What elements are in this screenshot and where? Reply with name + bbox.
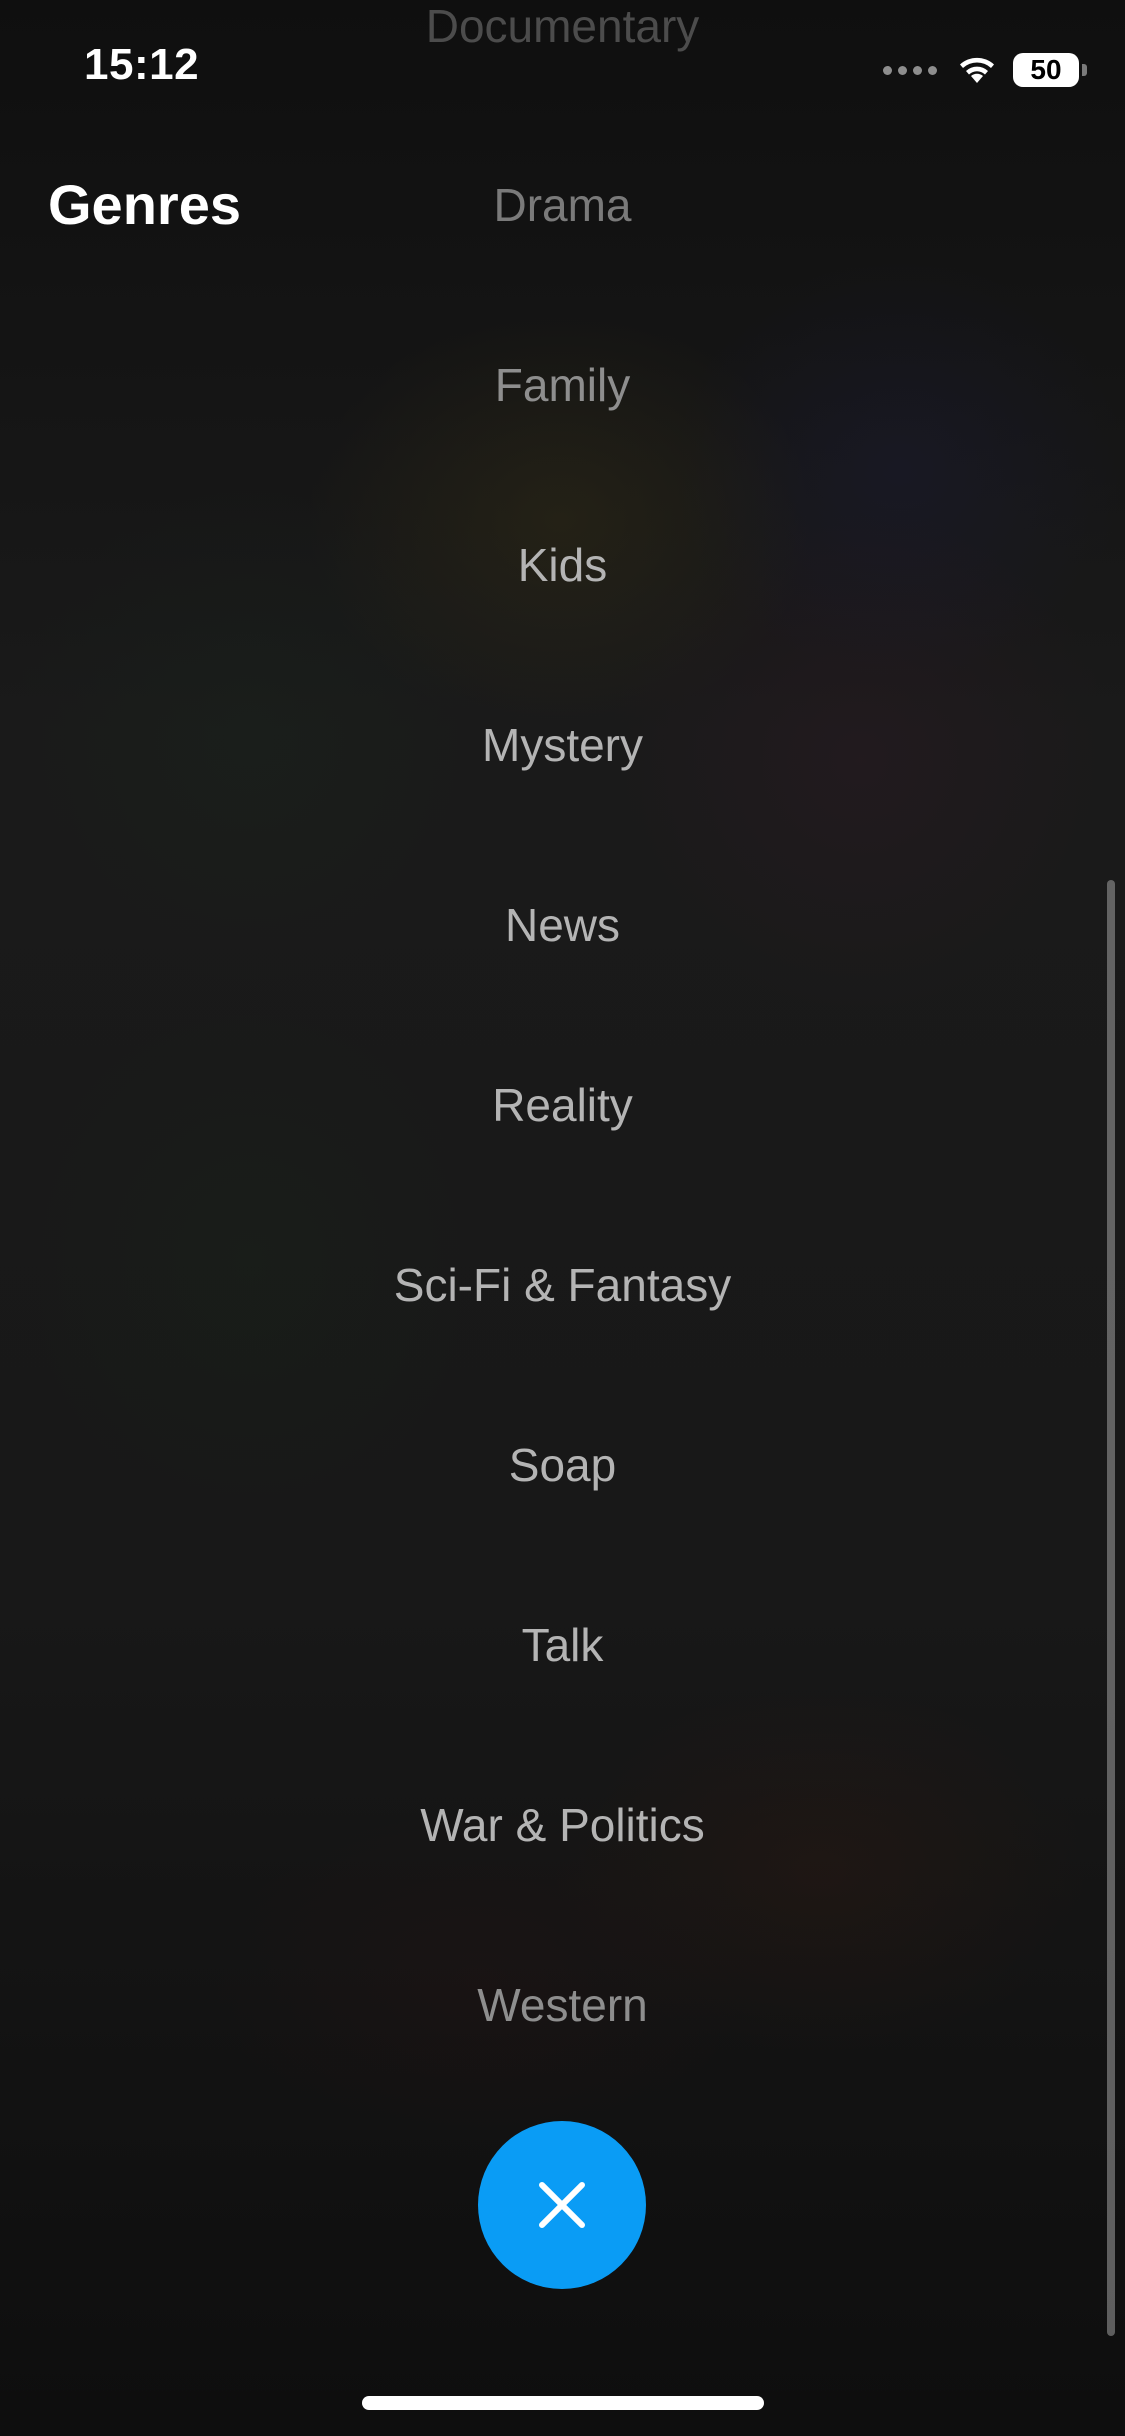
genres-screen: 15:12 50 Genres Documentary Drama Family… (0, 0, 1125, 2436)
scrollbar[interactable] (1107, 880, 1115, 2336)
genre-item-mystery[interactable]: Mystery (0, 705, 1125, 785)
genre-item-western[interactable]: Western (0, 1965, 1125, 2045)
close-button[interactable] (478, 2121, 646, 2289)
genre-item-talk[interactable]: Talk (0, 1605, 1125, 1685)
genre-item-news[interactable]: News (0, 885, 1125, 965)
genre-item-family[interactable]: Family (0, 345, 1125, 425)
genre-item-reality[interactable]: Reality (0, 1065, 1125, 1145)
signal-dots-icon (883, 65, 937, 75)
genre-item-sci-fi-fantasy[interactable]: Sci-Fi & Fantasy (0, 1245, 1125, 1325)
genre-item-kids[interactable]: Kids (0, 525, 1125, 605)
home-indicator[interactable] (362, 2396, 764, 2410)
genre-item-war-politics[interactable]: War & Politics (0, 1785, 1125, 1865)
genre-item-soap[interactable]: Soap (0, 1425, 1125, 1505)
genre-item-documentary[interactable]: Documentary (0, 0, 1125, 66)
genre-item-drama[interactable]: Drama (0, 165, 1125, 245)
close-icon (539, 2182, 585, 2228)
